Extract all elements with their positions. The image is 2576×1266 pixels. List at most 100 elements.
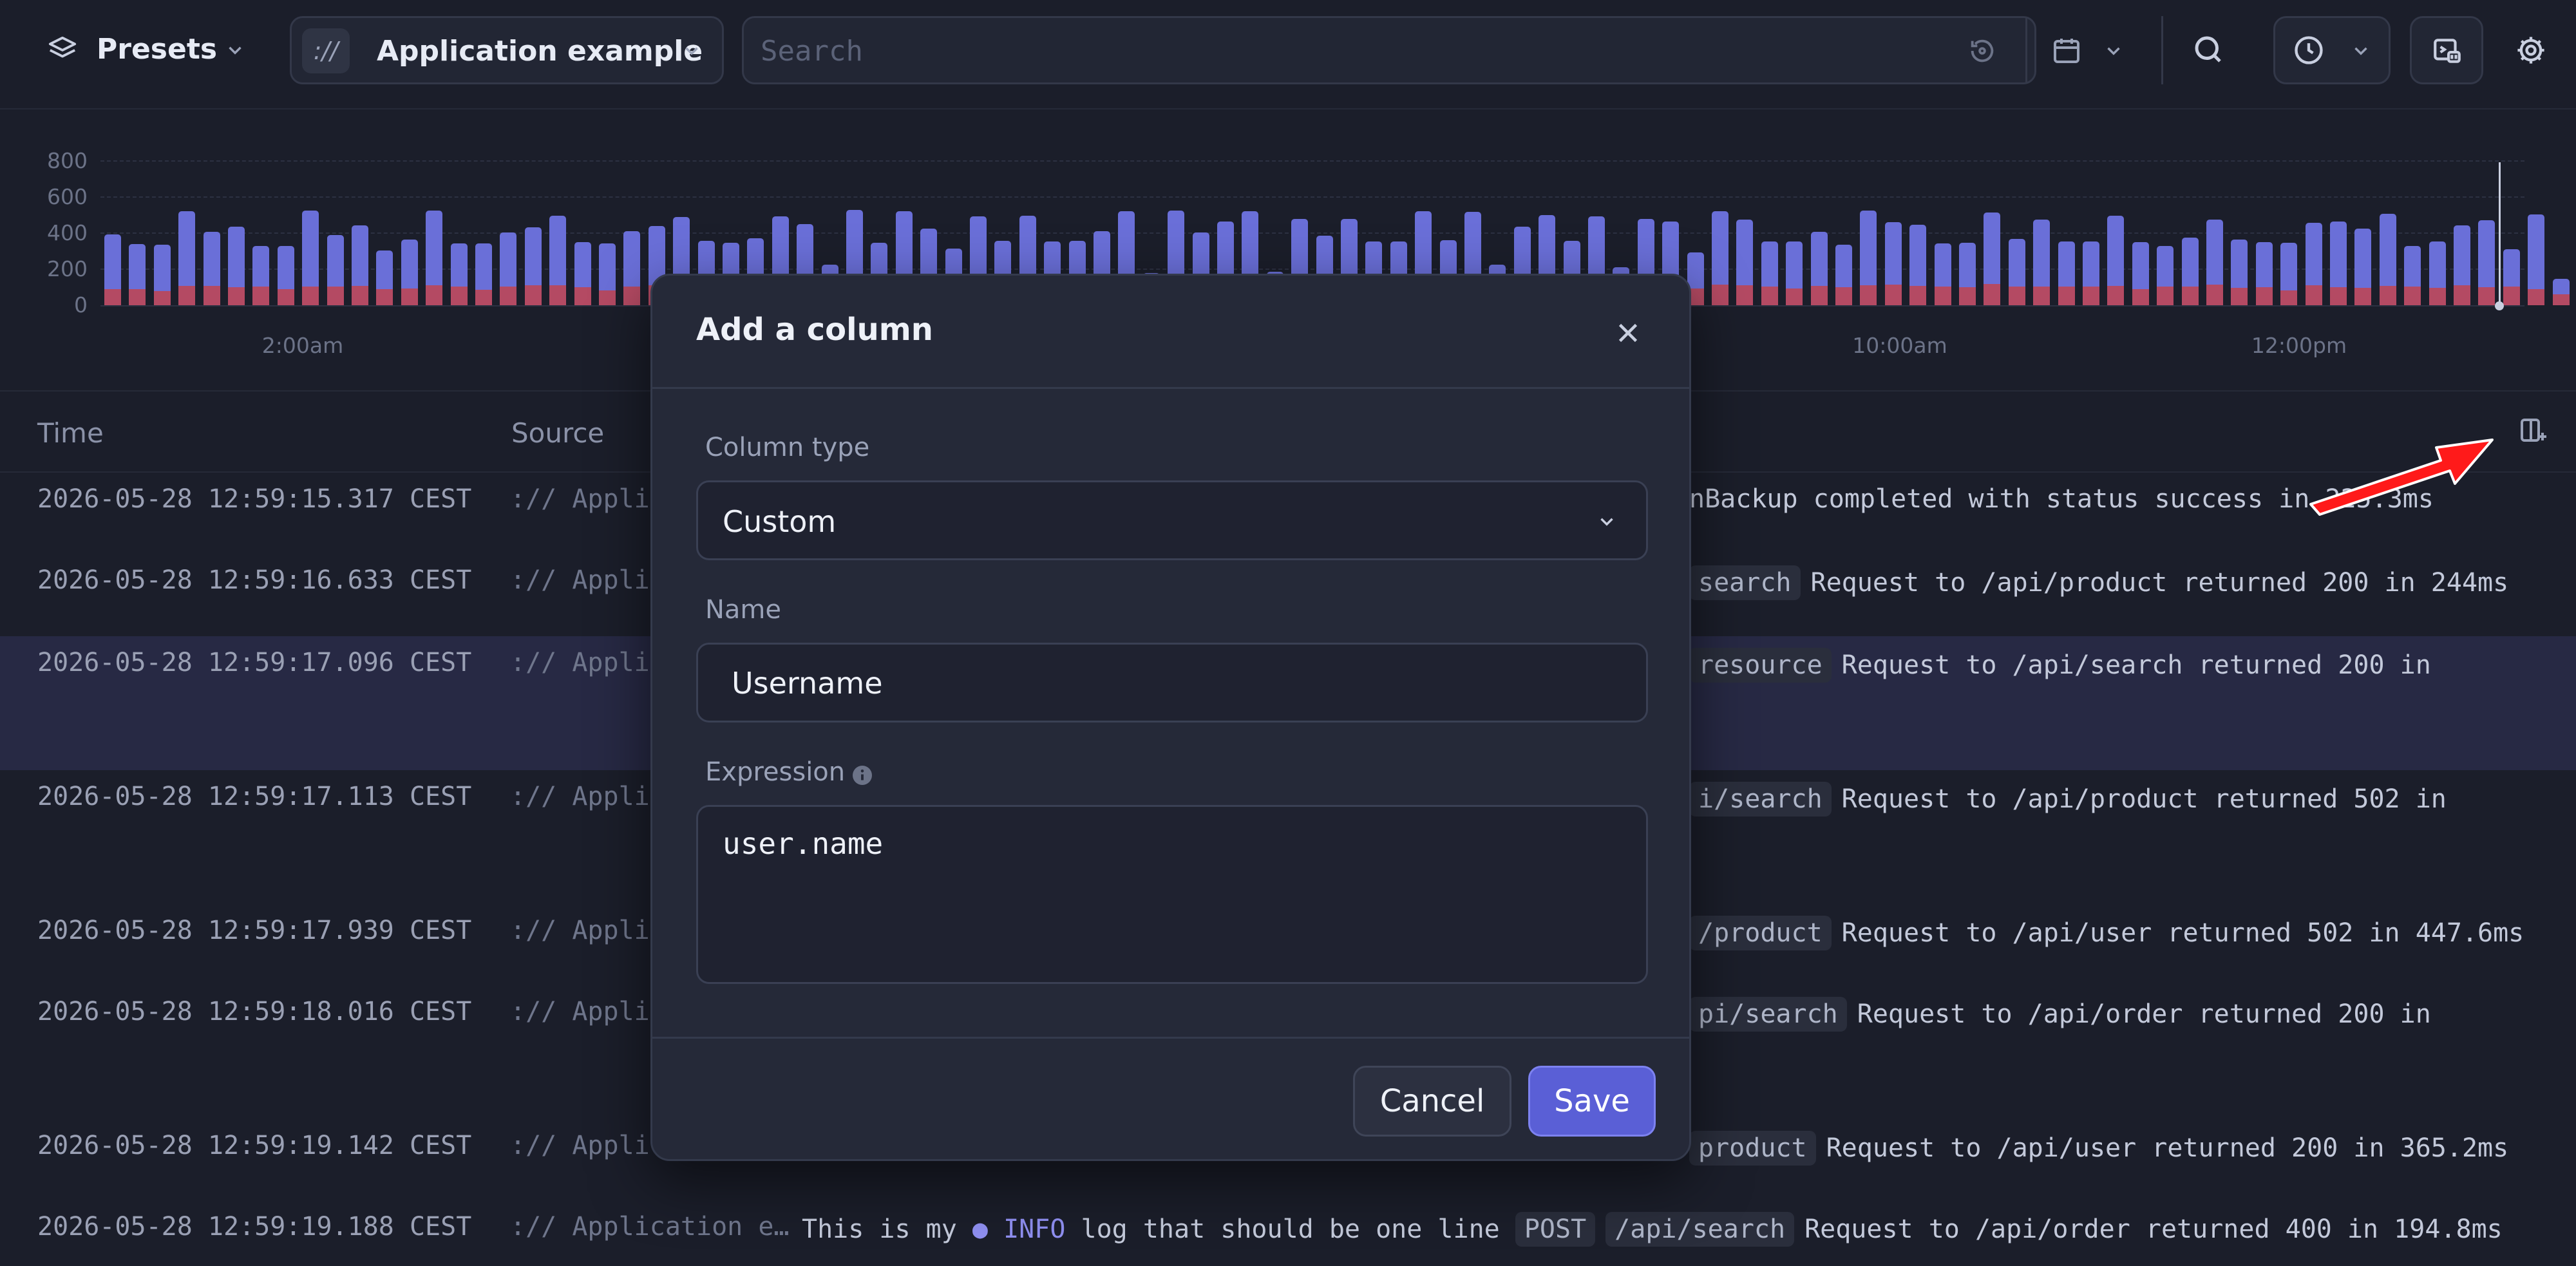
histogram-bar-error[interactable] (2429, 288, 2446, 305)
histogram-bar-info[interactable] (2033, 219, 2050, 287)
histogram-bar-error[interactable] (302, 286, 319, 305)
histogram-bar-info[interactable] (1810, 232, 1828, 287)
histogram-bar-error[interactable] (2305, 285, 2322, 305)
histogram-bar-error[interactable] (1909, 285, 1927, 305)
histogram-bar-info[interactable] (2429, 241, 2446, 288)
histogram-bar-info[interactable] (277, 245, 294, 290)
histogram-bar-error[interactable] (1959, 287, 1976, 305)
histogram-bar-info[interactable] (2083, 241, 2099, 287)
histogram-bar-error[interactable] (1736, 285, 1754, 305)
histogram-bar-info[interactable] (426, 211, 443, 285)
presets-dropdown[interactable]: Presets (30, 16, 268, 84)
histogram-bar-error[interactable] (2255, 287, 2273, 305)
histogram-bar-info[interactable] (2552, 279, 2570, 295)
histogram-bar-info[interactable] (153, 244, 171, 292)
histogram-bar-error[interactable] (228, 287, 245, 305)
cancel-button[interactable]: Cancel (1353, 1066, 1511, 1137)
histogram-bar-info[interactable] (623, 231, 641, 287)
histogram-bar-error[interactable] (1984, 283, 2001, 305)
close-icon[interactable] (1612, 317, 1644, 349)
histogram-bar-error[interactable] (1884, 285, 1902, 305)
histogram-bar-info[interactable] (2528, 214, 2545, 290)
histogram-bar-info[interactable] (599, 243, 616, 291)
search-icon[interactable] (2191, 32, 2226, 67)
histogram-bar-error[interactable] (277, 289, 294, 305)
histogram-bar-error[interactable] (500, 287, 517, 305)
name-input[interactable] (732, 664, 1620, 703)
column-type-select[interactable]: Custom (696, 480, 1648, 560)
histogram-bar-error[interactable] (524, 285, 542, 305)
add-column-icon[interactable] (2518, 415, 2549, 446)
histogram-bar-error[interactable] (599, 290, 616, 305)
histogram-bar-info[interactable] (129, 244, 146, 289)
histogram-bar-error[interactable] (1761, 287, 1778, 305)
histogram-bar-error[interactable] (1860, 285, 1877, 305)
histogram-bar-info[interactable] (2231, 240, 2248, 288)
histogram-bar-info[interactable] (252, 245, 270, 287)
histogram-bar-info[interactable] (302, 211, 319, 287)
histogram-bar-info[interactable] (1959, 243, 1976, 287)
histogram-bar-error[interactable] (327, 287, 344, 305)
histogram-bar-error[interactable] (1835, 287, 1852, 305)
histogram-bar-error[interactable] (426, 285, 443, 305)
histogram-bar-info[interactable] (2404, 246, 2421, 287)
histogram-bar-error[interactable] (2404, 287, 2421, 305)
histogram-bar-error[interactable] (623, 287, 641, 305)
histogram-bar-error[interactable] (1810, 286, 1828, 305)
time-range-dropdown[interactable] (2273, 16, 2391, 84)
histogram-bar-info[interactable] (450, 243, 468, 287)
histogram-bar-info[interactable] (401, 239, 418, 288)
histogram-bar-error[interactable] (2503, 286, 2520, 305)
histogram-bar-error[interactable] (2008, 286, 2025, 305)
histogram-bar-info[interactable] (500, 232, 517, 287)
histogram-bar-info[interactable] (1835, 245, 1852, 287)
histogram-bar-info[interactable] (2157, 246, 2174, 287)
histogram-bar-error[interactable] (2379, 285, 2396, 305)
histogram-bar-error[interactable] (574, 287, 591, 305)
column-header-time[interactable]: Time (37, 417, 104, 449)
histogram-bar-info[interactable] (203, 232, 220, 287)
histogram-bar-error[interactable] (352, 285, 368, 305)
chevron-down-icon[interactable] (2103, 40, 2125, 62)
histogram-bar-error[interactable] (2528, 289, 2545, 305)
histogram-bar-info[interactable] (1761, 241, 1778, 287)
histogram-bar-info[interactable] (1884, 222, 1902, 285)
histogram-bar-info[interactable] (2379, 213, 2396, 286)
histogram-bar-info[interactable] (2354, 229, 2372, 288)
table-row[interactable]: 2026-05-28 12:59:19.188 CEST:// Applicat… (0, 1200, 2576, 1265)
histogram-bar-info[interactable] (2206, 219, 2223, 285)
histogram-bar-info[interactable] (2008, 238, 2025, 287)
expression-input[interactable]: user.name (723, 826, 1618, 968)
history-icon[interactable] (1967, 36, 1997, 66)
histogram-bar-info[interactable] (524, 227, 542, 286)
histogram-bar-info[interactable] (178, 211, 196, 287)
histogram-bar-info[interactable] (2454, 225, 2470, 286)
histogram-bar-info[interactable] (549, 216, 567, 285)
histogram-bar-error[interactable] (1934, 287, 1951, 305)
histogram-bar-error[interactable] (2132, 288, 2149, 305)
histogram-bar-error[interactable] (450, 286, 468, 305)
histogram-bar-error[interactable] (2033, 287, 2050, 305)
histogram-bar-error[interactable] (104, 289, 121, 305)
histogram-bar-error[interactable] (153, 291, 171, 305)
save-button[interactable]: Save (1528, 1066, 1656, 1137)
histogram-bar-error[interactable] (2181, 287, 2199, 305)
histogram-bar-error[interactable] (1786, 288, 1803, 305)
live-tail-button[interactable] (2410, 16, 2483, 84)
histogram-bar-info[interactable] (475, 243, 492, 290)
histogram-bar-error[interactable] (129, 288, 146, 305)
histogram-bar-info[interactable] (104, 234, 121, 290)
histogram-bar-info[interactable] (1860, 211, 1877, 285)
histogram-bar-info[interactable] (2503, 249, 2520, 287)
histogram-bar-error[interactable] (2454, 285, 2470, 305)
histogram-bar-error[interactable] (401, 288, 418, 305)
histogram-bar-info[interactable] (228, 227, 245, 287)
gear-icon[interactable] (2514, 33, 2566, 67)
histogram-bar-info[interactable] (2330, 221, 2347, 287)
histogram-bar-info[interactable] (2107, 216, 2125, 287)
histogram-bar-error[interactable] (2206, 285, 2223, 305)
histogram-bar-info[interactable] (2132, 242, 2149, 289)
histogram-bar-info[interactable] (2305, 222, 2322, 285)
histogram-bar-error[interactable] (178, 286, 196, 305)
calendar-icon[interactable] (2051, 35, 2082, 66)
